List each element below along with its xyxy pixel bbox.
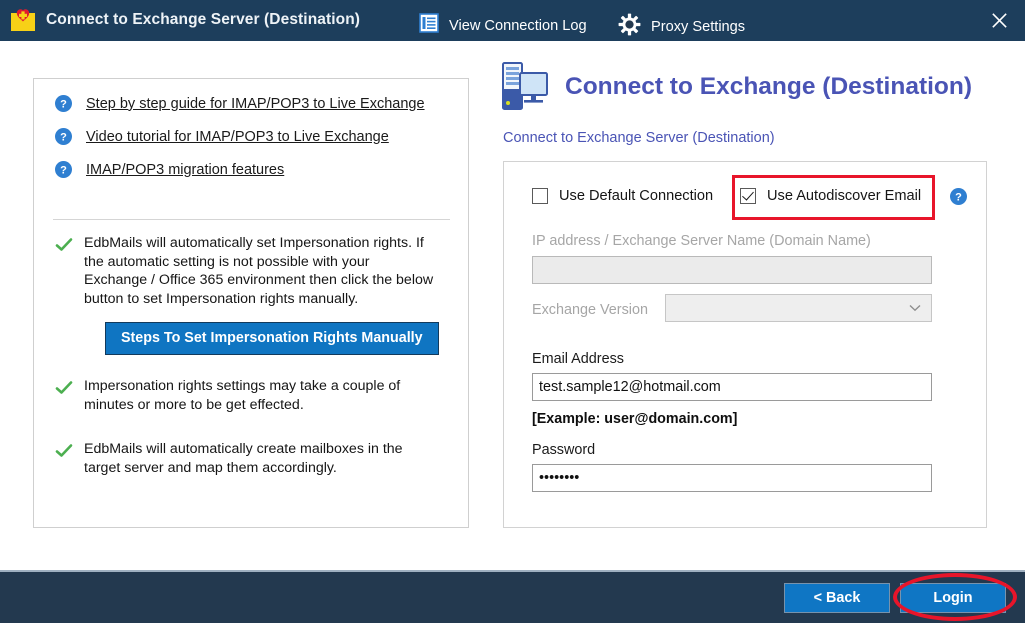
content-area: ? Step by step guide for IMAP/POP3 to Li… <box>0 41 1025 572</box>
help-links-list: ? Step by step guide for IMAP/POP3 to Li… <box>34 95 468 194</box>
help-question-icon[interactable]: ? <box>950 188 967 205</box>
email-example-hint: [Example: user@domain.com] <box>532 411 738 427</box>
window-title: Connect to Exchange Server (Destination) <box>46 11 361 28</box>
view-connection-log-label: View Connection Log <box>449 17 587 34</box>
green-check-icon <box>55 237 73 253</box>
login-button[interactable]: Login <box>900 583 1006 613</box>
proxy-settings-button[interactable]: Proxy Settings <box>618 13 745 41</box>
chevron-down-icon <box>909 299 921 317</box>
svg-text:?: ? <box>955 192 962 204</box>
bullet-item: EdbMails will automatically create mailb… <box>34 440 468 477</box>
log-list-icon <box>419 13 439 38</box>
view-connection-log-button[interactable]: View Connection Log <box>419 13 587 38</box>
close-button[interactable] <box>973 0 1025 41</box>
bullet-item: EdbMails will automatically set Imperson… <box>34 234 468 308</box>
server-name-input[interactable] <box>532 256 932 284</box>
use-autodiscover-label: Use Autodiscover Email <box>767 188 922 204</box>
page-subtitle: Connect to Exchange Server (Destination) <box>503 130 775 146</box>
use-autodiscover-checkbox[interactable] <box>740 188 756 204</box>
use-default-connection-row[interactable]: Use Default Connection <box>532 188 713 204</box>
form-container: Use Default Connection Use Autodiscover … <box>503 161 987 528</box>
proxy-settings-label: Proxy Settings <box>651 19 746 35</box>
email-address-label: Email Address <box>532 351 624 367</box>
bullet-text: Impersonation rights settings may take a… <box>84 378 401 413</box>
green-check-icon <box>55 380 73 396</box>
help-link-row[interactable]: ? IMAP/POP3 migration features <box>34 161 468 178</box>
panel-divider <box>53 219 450 220</box>
svg-text:?: ? <box>60 99 67 111</box>
bullet-text: EdbMails will automatically create mailb… <box>84 441 403 476</box>
green-check-icon <box>55 443 73 459</box>
back-button[interactable]: < Back <box>784 583 890 613</box>
help-link-label[interactable]: Video tutorial for IMAP/POP3 to Live Exc… <box>86 129 389 145</box>
server-name-label: IP address / Exchange Server Name (Domai… <box>532 233 871 249</box>
help-link-label[interactable]: Step by step guide for IMAP/POP3 to Live… <box>86 96 425 112</box>
password-input[interactable] <box>532 464 932 492</box>
help-question-icon: ? <box>55 161 72 178</box>
help-link-label[interactable]: IMAP/POP3 migration features <box>86 162 284 178</box>
bullet-list: EdbMails will automatically set Imperson… <box>34 234 468 487</box>
exchange-version-select[interactable] <box>665 294 932 322</box>
bullet-text: EdbMails will automatically set Imperson… <box>84 235 434 307</box>
help-question-icon: ? <box>55 95 72 112</box>
use-autodiscover-row[interactable]: Use Autodiscover Email <box>740 188 921 204</box>
use-default-connection-checkbox[interactable] <box>532 188 548 204</box>
help-question-icon: ? <box>55 128 72 145</box>
email-address-input[interactable] <box>532 373 932 401</box>
exchange-version-label: Exchange Version <box>532 302 649 318</box>
app-window: Connect to Exchange Server (Destination)… <box>0 0 1025 623</box>
help-link-row[interactable]: ? Step by step guide for IMAP/POP3 to Li… <box>34 95 468 112</box>
svg-text:?: ? <box>60 165 67 177</box>
bullet-item: Impersonation rights settings may take a… <box>34 377 468 414</box>
help-link-row[interactable]: ? Video tutorial for IMAP/POP3 to Live E… <box>34 128 468 145</box>
info-panel: ? Step by step guide for IMAP/POP3 to Li… <box>33 78 469 528</box>
page-title: Connect to Exchange (Destination) <box>565 73 973 100</box>
password-label: Password <box>532 442 596 458</box>
svg-text:?: ? <box>60 132 67 144</box>
gear-icon <box>618 13 641 41</box>
use-default-connection-label: Use Default Connection <box>559 188 714 204</box>
steps-impersonation-button[interactable]: Steps To Set Impersonation Rights Manual… <box>105 322 439 355</box>
server-monitor-icon <box>501 61 549 113</box>
envelope-heart-icon <box>10 9 36 32</box>
panel-header: Connect to Exchange (Destination) <box>501 61 972 113</box>
